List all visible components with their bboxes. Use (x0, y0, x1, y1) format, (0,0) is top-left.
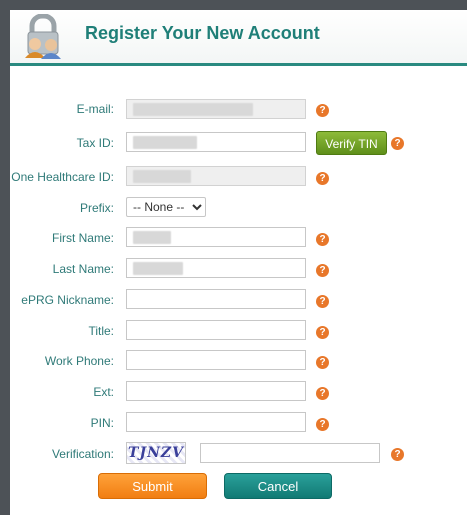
nickname-label: ePRG Nickname: (21, 293, 114, 307)
ohid-label: One Healthcare ID: (11, 170, 114, 184)
email-help-icon[interactable]: ? (316, 104, 329, 117)
verification-label: Verification: (51, 447, 114, 461)
email-label: E-mail: (76, 102, 114, 116)
page-title: Register Your New Account (85, 23, 320, 43)
phone-help-icon[interactable]: ? (316, 356, 329, 369)
ohid-field[interactable] (126, 166, 306, 186)
pin-label: PIN: (90, 416, 114, 430)
phone-field[interactable] (126, 350, 306, 370)
phone-label: Work Phone: (44, 354, 114, 368)
pin-field[interactable] (126, 412, 306, 432)
lock-user-icon (25, 14, 61, 59)
nickname-help-icon[interactable]: ? (316, 295, 329, 308)
ext-field[interactable] (126, 381, 306, 401)
verification-field[interactable] (200, 443, 380, 463)
firstname-field[interactable] (126, 227, 306, 247)
registration-panel: Register Your New Account E-mail: ? Tax … (10, 10, 467, 515)
prefix-label: Prefix: (79, 201, 114, 215)
nickname-field[interactable] (126, 289, 306, 309)
ext-help-icon[interactable]: ? (316, 387, 329, 400)
ohid-help-icon[interactable]: ? (316, 172, 329, 185)
firstname-help-icon[interactable]: ? (316, 233, 329, 246)
captcha-image: TJNZV (126, 442, 186, 464)
taxid-help-icon[interactable]: ? (391, 137, 404, 150)
pin-help-icon[interactable]: ? (316, 418, 329, 431)
lastname-field[interactable] (126, 258, 306, 278)
cancel-button[interactable]: Cancel (224, 473, 332, 499)
title-help-icon[interactable]: ? (316, 326, 329, 339)
email-field[interactable] (126, 99, 306, 119)
submit-button[interactable]: Submit (98, 473, 207, 499)
firstname-label: First Name: (51, 231, 114, 245)
taxid-field[interactable] (126, 132, 306, 152)
verify-tin-button[interactable]: Verify TIN (316, 131, 387, 155)
lastname-label: Last Name: (52, 262, 114, 276)
ext-label: Ext: (93, 385, 114, 399)
title-label: Title: (88, 324, 114, 338)
title-field[interactable] (126, 320, 306, 340)
taxid-label: Tax ID: (76, 136, 114, 150)
header: Register Your New Account (10, 10, 467, 66)
prefix-select[interactable]: -- None -- (126, 197, 206, 217)
verification-help-icon[interactable]: ? (391, 448, 404, 461)
lastname-help-icon[interactable]: ? (316, 264, 329, 277)
